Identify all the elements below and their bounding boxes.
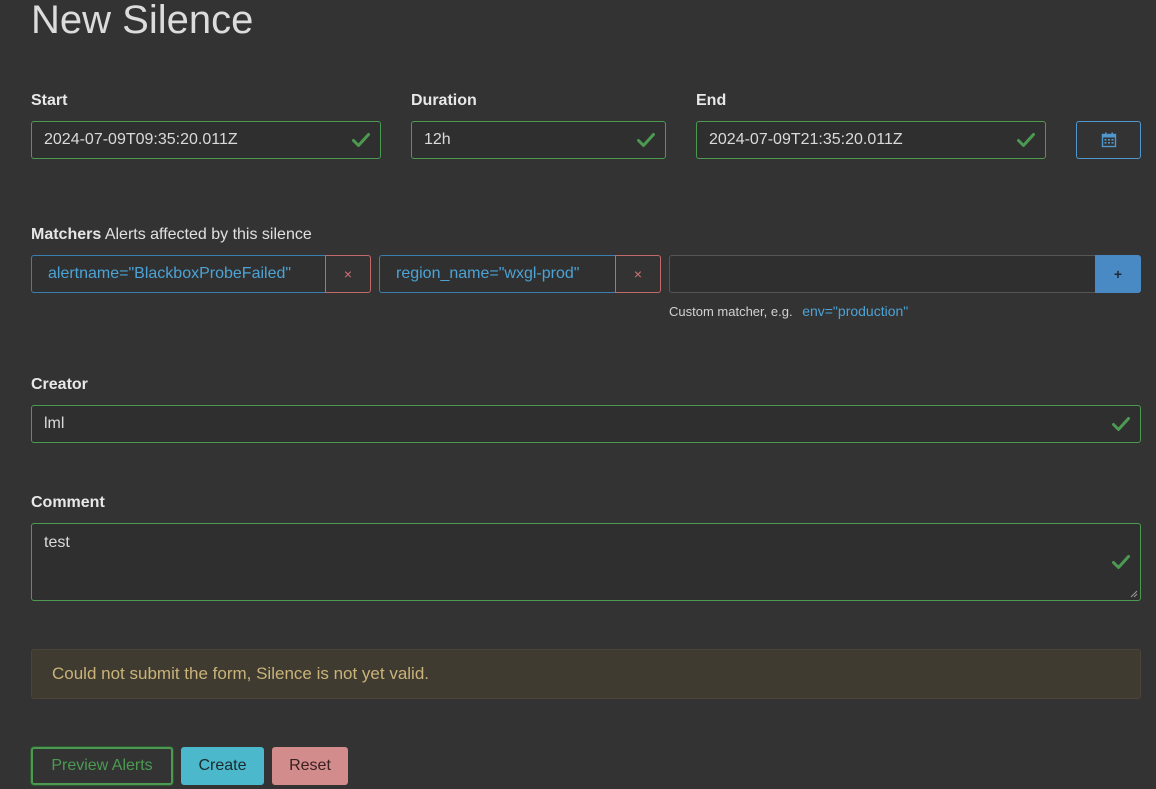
creator-value: lml (44, 415, 65, 432)
matchers-label: Matchers (31, 226, 102, 243)
end-field[interactable]: 2024-07-09T21:35:20.011Z (696, 121, 1046, 159)
matcher-hint-text: Custom matcher, e.g. (669, 304, 793, 319)
check-icon (1112, 417, 1130, 431)
matcher-hint-example: env="production" (802, 303, 909, 319)
add-matcher-button[interactable]: + (1095, 255, 1141, 293)
creator-label: Creator (31, 376, 88, 393)
preview-alerts-button[interactable]: Preview Alerts (31, 747, 173, 785)
remove-matcher-button[interactable]: × (325, 255, 371, 293)
create-button[interactable]: Create (181, 747, 264, 785)
comment-field[interactable]: test (31, 523, 1141, 601)
calendar-button[interactable] (1076, 121, 1141, 159)
end-value: 2024-07-09T21:35:20.011Z (709, 131, 903, 148)
matcher-chip: region_name="wxgl-prod" × (379, 255, 661, 293)
resize-handle-icon[interactable] (1130, 590, 1138, 598)
matchers-heading: Matchers Alerts affected by this silence (31, 226, 312, 244)
matchers-description: Alerts affected by this silence (104, 226, 312, 243)
start-field[interactable]: 2024-07-09T09:35:20.011Z (31, 121, 381, 159)
duration-label: Duration (411, 92, 477, 109)
start-label: Start (31, 92, 68, 109)
calendar-icon (1101, 132, 1116, 148)
start-value: 2024-07-09T09:35:20.011Z (44, 131, 238, 148)
validation-alert: Could not submit the form, Silence is no… (31, 649, 1141, 699)
matcher-chip: alertname="BlackboxProbeFailed" × (31, 255, 371, 293)
check-icon (352, 133, 370, 147)
check-icon (1112, 555, 1130, 569)
creator-field[interactable]: lml (31, 405, 1141, 443)
matcher-text[interactable]: region_name="wxgl-prod" (379, 255, 615, 293)
matcher-hint: Custom matcher, e.g. env="production" (669, 303, 908, 319)
end-label: End (696, 92, 727, 109)
matcher-text[interactable]: alertname="BlackboxProbeFailed" (31, 255, 325, 293)
check-icon (1017, 133, 1035, 147)
check-icon (637, 133, 655, 147)
comment-value: test (44, 534, 70, 551)
page-title: New Silence (31, 0, 254, 42)
duration-value: 12h (424, 131, 451, 148)
custom-matcher-input[interactable] (669, 255, 1096, 293)
duration-field[interactable]: 12h (411, 121, 666, 159)
reset-button[interactable]: Reset (272, 747, 348, 785)
remove-matcher-button[interactable]: × (615, 255, 661, 293)
comment-label: Comment (31, 494, 105, 511)
